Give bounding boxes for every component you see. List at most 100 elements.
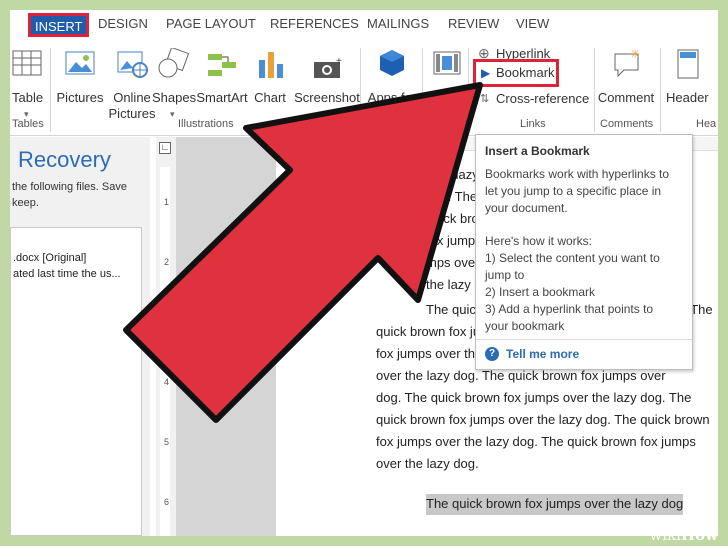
tab-insert[interactable]: INSERT (28, 13, 90, 37)
chevron-down-icon: ▾ (170, 109, 175, 119)
group-separator (50, 48, 51, 132)
ruler-number: 5 (164, 437, 170, 447)
doc-text-line: over the lazy dog. The quick brown fox j… (376, 368, 666, 383)
recovery-title: Recovery (18, 147, 111, 172)
online-pictures-label-2: Pictures (108, 106, 156, 121)
recovery-desc-2: keep. (12, 197, 39, 209)
recovered-file-desc: ated last time the us... (13, 268, 121, 280)
ruler-number: 1 (164, 197, 170, 207)
header-button[interactable]: Header (662, 48, 718, 116)
shapes-button[interactable]: Shapes ▾ (152, 48, 196, 119)
doc-text-line: dog. The quick brown fox jumps over the … (376, 390, 692, 405)
screenshot-label: Screenshot (294, 90, 360, 105)
comment-icon: ✳ (614, 48, 640, 78)
pictures-label: Pictures (56, 90, 104, 105)
group-label-comments: Comments (600, 118, 654, 130)
group-label-tables: Tables (12, 118, 44, 130)
tab-design[interactable]: DESIGN (98, 16, 148, 31)
recovery-desc-1: the following files. Save (12, 181, 127, 193)
ribbon-tab-bar: INSERT DESIGN PAGE LAYOUT REFERENCES MAI… (10, 10, 718, 42)
pictures-button[interactable]: Pictures (56, 48, 104, 116)
tooltip-text: your bookmark (485, 319, 565, 333)
cross-reference-icon: ⇅ (480, 93, 490, 105)
cross-reference-label: Cross-reference (496, 91, 590, 106)
screenshot-button[interactable]: + Screenshot ▾ (292, 48, 362, 119)
bookmark-button[interactable]: ▶ Bookmark (473, 59, 559, 87)
group-label-header-footer: Hea (696, 118, 717, 130)
doc-text-line: quick brown fox jumps over the lazy dog.… (376, 412, 710, 427)
insert-bookmark-tooltip: Insert a Bookmark Bookmarks work with hy… (475, 134, 693, 370)
doc-text-line: over the lazy dog. (376, 456, 479, 471)
tooltip-text: jump to (485, 268, 525, 282)
ruler-number: 4 (164, 377, 170, 387)
ruler-number: 2 (164, 257, 170, 267)
ruler-track (160, 167, 170, 536)
smartart-label: SmartArt (196, 90, 248, 105)
pictures-icon (65, 51, 95, 75)
apps-label-1: Apps for (367, 90, 417, 105)
svg-text:+: + (336, 58, 342, 67)
help-icon: ? (485, 347, 499, 361)
header-icon (677, 49, 699, 79)
document-recovery-pane: Recovery the following files. Save keep.… (10, 137, 150, 536)
group-label-illustrations: Illustrations (178, 118, 234, 130)
ribbon: Table ▾ Tables Pictures Online Pictures (10, 42, 718, 136)
word-window: INSERT DESIGN PAGE LAYOUT REFERENCES MAI… (10, 10, 718, 536)
apps-icon (380, 50, 404, 76)
tooltip-text: your document. (485, 201, 568, 215)
tab-page-layout[interactable]: PAGE LAYOUT (166, 16, 256, 31)
chevron-down-icon: ▾ (324, 109, 329, 119)
tooltip-text: 1) Select the content you want to (485, 251, 660, 265)
selected-text[interactable]: The quick brown fox jumps over the lazy … (426, 494, 684, 515)
online-video-label: Online (431, 90, 469, 105)
tooltip-title: Insert a Bookmark (485, 144, 590, 158)
tab-mailings[interactable]: MAILINGS (367, 16, 429, 31)
group-separator (594, 48, 595, 132)
tooltip-text: 2) Insert a bookmark (485, 285, 596, 299)
table-label: Table (12, 90, 44, 105)
online-pictures-button[interactable]: Online Pictures (106, 48, 158, 121)
group-separator (422, 48, 423, 132)
header-label: Header (666, 90, 709, 105)
tab-references[interactable]: REFERENCES (270, 16, 359, 31)
chart-label: Chart (254, 90, 286, 105)
tab-selector-icon[interactable]: ∟ (159, 142, 171, 154)
group-separator (468, 48, 469, 132)
tell-me-more-link[interactable]: Tell me more (506, 347, 579, 361)
svg-text:✳: ✳ (630, 48, 640, 61)
ruler-number: 6 (164, 497, 170, 507)
doc-text-line: fox jumps over the lazy dog. The quick b… (376, 434, 696, 449)
bookmark-flag-icon: ▶ (481, 66, 491, 80)
group-separator (660, 48, 661, 132)
wikihow-watermark: wikiHow (649, 526, 718, 544)
tooltip-text: Bookmarks work with hyperlinks to (485, 167, 670, 181)
tooltip-divider (476, 339, 692, 340)
group-label-links: Links (520, 118, 546, 130)
apps-for-office-button[interactable]: Apps for Office (364, 48, 420, 121)
screenshot-icon: + (314, 58, 342, 78)
watermark-how: How (680, 526, 718, 544)
tooltip-text: 3) Add a hyperlink that points to (485, 302, 654, 316)
smartart-button[interactable]: SmartArt (196, 48, 248, 116)
tab-review[interactable]: REVIEW (448, 16, 499, 31)
cross-reference-button[interactable]: ⇅ Cross-reference (476, 90, 596, 110)
vertical-ruler: ∟ 1 2 3 4 5 6 (156, 137, 176, 536)
recovery-file-list: .docx [Original] ated last time the us..… (10, 227, 142, 536)
apps-label-2: Office (375, 106, 409, 121)
chart-button[interactable]: Chart (250, 48, 290, 116)
group-separator (360, 48, 361, 132)
smartart-icon (208, 54, 236, 76)
ruler-number: 3 (164, 317, 170, 327)
table-icon (12, 50, 42, 76)
shapes-icon (158, 48, 190, 78)
online-pictures-label-1: Online (113, 90, 151, 105)
tooltip-text: Here's how it works: (485, 234, 592, 248)
recovered-file-name[interactable]: .docx [Original] (13, 252, 86, 264)
bookmark-label: Bookmark (496, 65, 555, 80)
online-pictures-icon (117, 51, 148, 78)
tab-view[interactable]: VIEW (516, 16, 549, 31)
online-video-icon (433, 51, 461, 75)
tooltip-text: let you jump to a specific place in (485, 184, 662, 198)
comment-button[interactable]: ✳ Comment (596, 48, 656, 116)
online-video-button[interactable]: Online (424, 48, 469, 116)
